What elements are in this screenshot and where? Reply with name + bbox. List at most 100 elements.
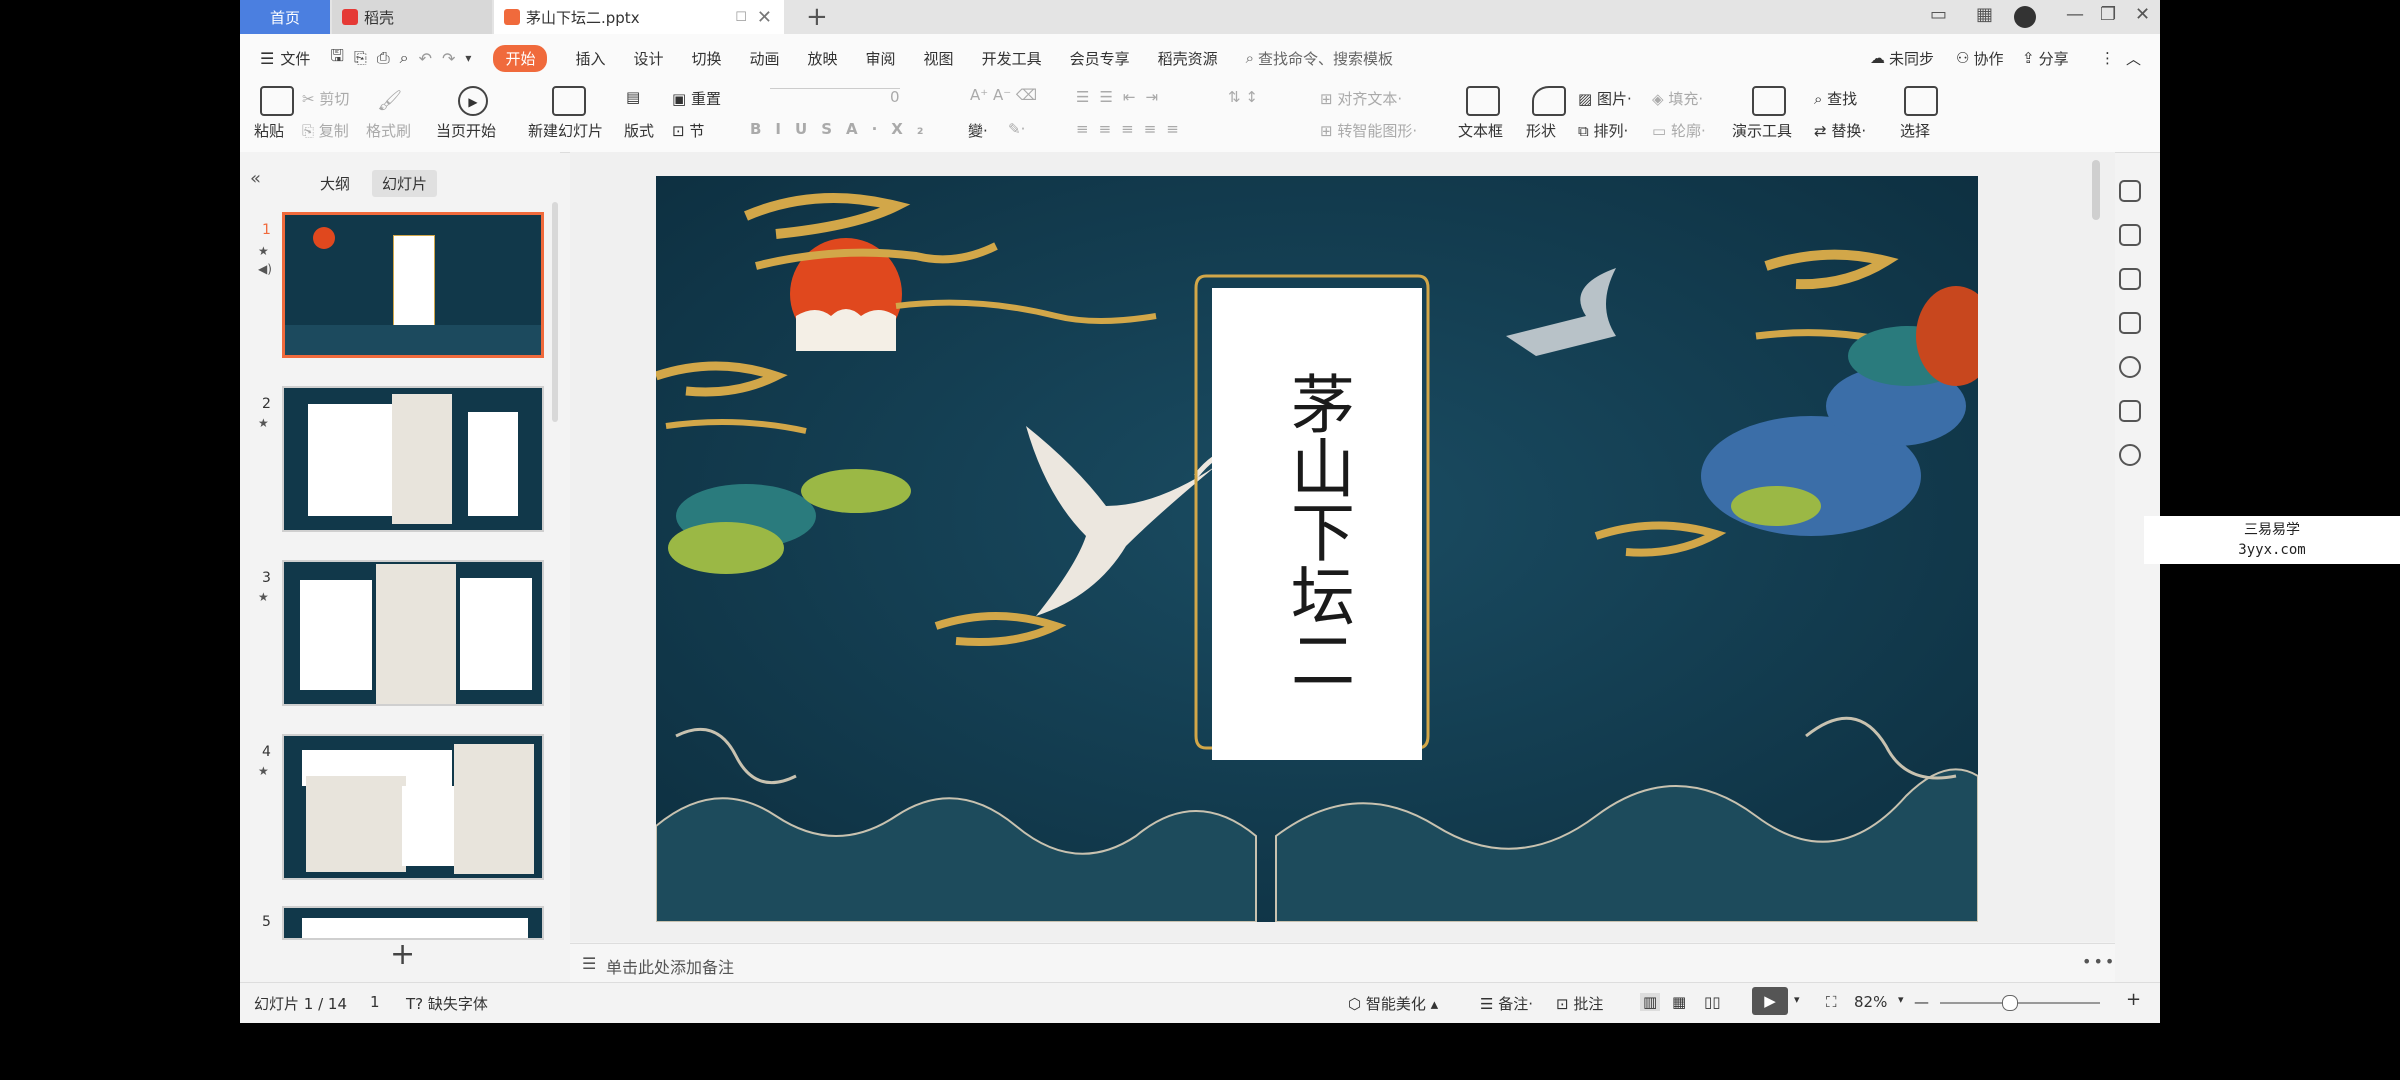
redo-icon[interactable]: ↷ [442, 49, 455, 68]
format-painter-button[interactable]: 格式刷 [366, 120, 411, 141]
shape-icon[interactable] [1532, 86, 1566, 116]
more-options-icon[interactable]: ••• [2082, 952, 2116, 971]
new-slide-button[interactable]: 新建幻灯片 [528, 120, 603, 141]
highlight-icon[interactable]: ✎· [1008, 120, 1025, 138]
present-tools-button[interactable]: 演示工具 [1732, 120, 1792, 141]
play-slideshow-button[interactable]: ▶ [1752, 987, 1788, 1015]
zoom-slider[interactable] [1940, 1002, 2100, 1004]
restore-icon[interactable]: ❐ [2100, 4, 2116, 25]
customize-toolbar-icon[interactable]: ▾ [465, 51, 471, 65]
font-grow-icon[interactable]: A⁺ A⁻ ⌫ [970, 86, 1037, 104]
tab-outline[interactable]: 大纲 [310, 170, 360, 197]
play-from-current-icon[interactable]: ▶ [458, 86, 488, 116]
paste-button[interactable]: 粘贴 [254, 120, 284, 141]
zoom-dropdown-icon[interactable]: ▾ [1898, 993, 1904, 1006]
save-icon[interactable]: 🖫 [330, 45, 344, 72]
sync-status[interactable]: ☁ 未同步 [1870, 34, 1934, 82]
notes-area[interactable]: ☰ 单击此处添加备注 ••• [570, 943, 2115, 984]
image-tool-icon[interactable] [2119, 400, 2141, 422]
slide-thumbnail-1[interactable] [282, 212, 544, 358]
font-size-select[interactable]: 0 [890, 88, 900, 106]
comments-button[interactable]: ⊡ 批注 [1556, 993, 1603, 1014]
present-tools-icon[interactable] [1752, 86, 1786, 116]
current-slide[interactable]: 茅山下坛二 [656, 176, 1978, 922]
editor-scrollbar[interactable] [2092, 160, 2100, 220]
panel-scrollbar[interactable] [552, 202, 558, 422]
reading-view-icon[interactable]: ▯▯ [1704, 993, 1721, 1011]
menu-transition[interactable]: 切换 [691, 48, 721, 69]
slide-thumbnail-4[interactable] [282, 734, 544, 880]
zoom-in-icon[interactable]: + [2126, 989, 2141, 1010]
preview-icon[interactable]: ⌕ [400, 48, 409, 68]
menu-review[interactable]: 审阅 [866, 48, 896, 69]
menu-animation[interactable]: 动画 [750, 48, 780, 69]
help-icon[interactable] [2119, 356, 2141, 378]
zoom-slider-handle[interactable] [2002, 995, 2018, 1011]
tab-home[interactable]: 首页 [240, 0, 330, 34]
copy-button[interactable]: ⎘ 复制 [302, 120, 349, 141]
collapse-panel-icon[interactable]: « [250, 168, 261, 189]
new-slide-icon[interactable] [552, 86, 586, 116]
slide-title[interactable]: 茅山下坛二 [1212, 366, 1422, 696]
apps-grid-icon[interactable]: ▦ [1976, 4, 1993, 25]
zoom-out-icon[interactable]: — [1914, 993, 1929, 1011]
align-text-button[interactable]: ⊞ 对齐文本· [1320, 88, 1402, 109]
command-search-input[interactable]: 查找命令、搜索模板 [1258, 48, 1393, 69]
font-name-select[interactable] [770, 88, 900, 89]
menu-design[interactable]: 设计 [633, 48, 663, 69]
sorter-view-icon[interactable]: ▦ [1672, 993, 1686, 1011]
slide-thumbnail-3[interactable] [282, 560, 544, 706]
align-icons[interactable]: ≡≡≡≡≡ [1076, 120, 1189, 138]
rocket-icon[interactable] [2119, 180, 2141, 202]
notes-toggle-button[interactable]: ☰ 备注· [1480, 993, 1533, 1014]
shape-button[interactable]: 形状 [1526, 120, 1556, 141]
smartart-button[interactable]: ⊞ 转智能图形· [1320, 120, 1417, 141]
textbox-button[interactable]: 文本框 [1458, 120, 1503, 141]
more-icon[interactable]: ⋮ [2100, 34, 2115, 82]
text-direction-icon[interactable]: ⇅ ↕ [1228, 88, 1258, 106]
textbox-icon[interactable] [1466, 86, 1500, 116]
close-tab-icon[interactable]: ✕ [757, 7, 772, 28]
settings-sliders-icon[interactable] [2119, 224, 2141, 246]
cloud-icon[interactable]: ☐ [735, 10, 747, 25]
section-button[interactable]: ⊡ 节 [672, 120, 704, 141]
cut-button[interactable]: ✂ 剪切 [302, 88, 349, 109]
menu-slideshow[interactable]: 放映 [808, 48, 838, 69]
missing-font-button[interactable]: T? 缺失字体 [406, 993, 488, 1014]
menu-insert[interactable]: 插入 [575, 48, 605, 69]
print-icon[interactable]: ⎙ [377, 48, 390, 68]
hamburger-icon[interactable]: ☰ [260, 49, 274, 68]
list-icons[interactable]: ☰☰⇤⇥ [1076, 88, 1168, 106]
tab-slides[interactable]: 幻灯片 [372, 170, 438, 197]
picture-button[interactable]: ▨ 图片· [1578, 88, 1632, 109]
menu-developer[interactable]: 开发工具 [982, 48, 1042, 69]
smart-beautify-button[interactable]: ⬡ 智能美化 ▴ [1348, 993, 1438, 1014]
reset-button[interactable]: ▣ 重置 [672, 88, 721, 109]
tab-daoke[interactable]: 稻壳 [332, 0, 492, 34]
undo-icon[interactable]: ↶ [419, 49, 432, 68]
from-current-button[interactable]: 当页开始 [436, 120, 496, 141]
add-slide-button[interactable]: + [390, 937, 415, 972]
zoom-level[interactable]: 82% [1854, 993, 1887, 1011]
collab-button[interactable]: ⚇ 协作 [1956, 34, 2003, 82]
tab-document[interactable]: 茅山下坛二.pptx ☐ ✕ [494, 0, 784, 34]
avatar[interactable] [2014, 6, 2036, 28]
char-spacing-icon[interactable]: 變· [968, 120, 988, 141]
menu-daoke-resources[interactable]: 稻壳资源 [1158, 48, 1218, 69]
paste-icon[interactable] [260, 86, 294, 116]
normal-view-icon[interactable]: ▥ [1640, 993, 1661, 1011]
menu-member[interactable]: 会员专享 [1070, 48, 1130, 69]
text-format-icons[interactable]: BIUSA·X₂ [750, 120, 937, 138]
fill-button[interactable]: ◈ 填充· [1652, 88, 1703, 109]
new-tab-button[interactable]: + [806, 2, 828, 32]
play-options-icon[interactable]: ▾ [1794, 993, 1800, 1006]
pin-icon[interactable] [2119, 268, 2141, 290]
outline-button[interactable]: ▭ 轮廓· [1652, 120, 1706, 141]
replace-button[interactable]: ⇄ 替换· [1814, 120, 1866, 141]
slide-thumbnail-5[interactable] [282, 906, 544, 940]
menu-file[interactable]: 文件 [280, 48, 310, 69]
select-icon[interactable] [1904, 86, 1938, 116]
present-icon[interactable] [2119, 312, 2141, 334]
layout-icon[interactable]: ▭ [1930, 4, 1947, 25]
location-icon[interactable] [2119, 444, 2141, 466]
